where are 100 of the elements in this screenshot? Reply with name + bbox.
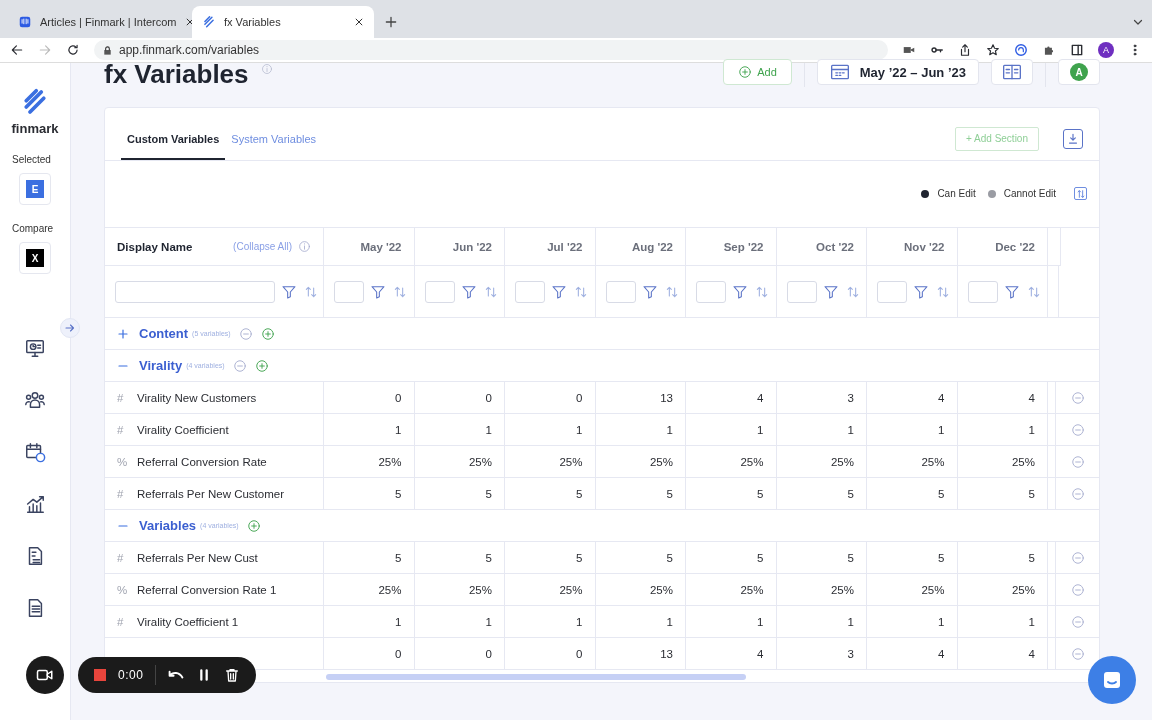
value-cell: 1 [847, 615, 854, 628]
value-cell: 1 [757, 615, 764, 628]
group-name: Variables [139, 518, 197, 534]
filter-icon [913, 283, 929, 300]
column-header: Sep '22 [723, 240, 764, 253]
selected-label: Selected [11, 154, 51, 165]
column-header: May '22 [360, 240, 402, 253]
reload-icon [66, 43, 80, 57]
value-cell: 5 [847, 487, 854, 500]
monitor-icon [24, 337, 46, 359]
close-icon [354, 17, 364, 27]
value-cell: 0 [485, 391, 492, 404]
expand-sidebar-button[interactable] [60, 318, 80, 338]
adjust-button[interactable] [1074, 187, 1087, 201]
date-range-button[interactable]: May ’22 – Jun ’23 [816, 59, 979, 85]
browser-tab[interactable]: fx Variables [192, 6, 374, 38]
variables-tab[interactable]: Custom Variables [121, 119, 226, 160]
value-cell: 0 [395, 391, 402, 404]
value-cell: 25% [649, 455, 673, 468]
value-cell: 0 [485, 647, 492, 660]
filter-field[interactable] [115, 280, 275, 303]
filter-field[interactable] [877, 280, 907, 303]
column-header: Dec '22 [995, 240, 1035, 253]
filter-field[interactable] [605, 280, 636, 303]
intercom-icon [18, 15, 32, 29]
value-cell: 5 [395, 551, 402, 564]
remove-icon [1070, 486, 1085, 501]
delete-button[interactable] [224, 667, 241, 683]
adjust-icon [1075, 188, 1086, 199]
page-title: fx Variables [104, 59, 249, 90]
value-cell: 0 [576, 647, 583, 660]
filter-field[interactable] [334, 280, 364, 303]
value-cell: 1 [485, 423, 492, 436]
value-cell: 1 [666, 615, 673, 628]
legend-label: Cannot Edit [1003, 188, 1056, 200]
type-symbol: # [117, 615, 125, 628]
value-cell: 25% [1011, 583, 1035, 596]
selected-scenario[interactable]: E [19, 173, 51, 205]
filter-field[interactable] [967, 280, 998, 303]
value-cell: 25% [740, 455, 764, 468]
group-name: Virality [139, 358, 183, 374]
filter-field[interactable] [515, 280, 545, 303]
address-bar[interactable]: app.finmark.com/variables [94, 40, 888, 60]
value-cell: 13 [660, 647, 673, 660]
remove-icon [1070, 646, 1085, 661]
column-header: Aug '22 [631, 240, 673, 253]
type-symbol: # [117, 423, 125, 436]
value-cell: 4 [757, 647, 764, 660]
value-cell: 25% [1011, 455, 1035, 468]
lock-icon [102, 44, 113, 56]
columns-button[interactable] [991, 59, 1033, 85]
variable-name: Referral Conversion Rate 1 [137, 583, 277, 596]
share-icon [958, 43, 972, 57]
chart-icon [24, 493, 46, 515]
type-symbol: # [117, 551, 125, 564]
variable-name: Virality Coefficient [137, 423, 229, 436]
value-cell: 5 [1028, 487, 1035, 500]
variable-name: Referral Conversion Rate [137, 455, 267, 468]
value-cell: 1 [666, 423, 673, 436]
filter-field[interactable] [696, 280, 726, 303]
value-cell: 4 [938, 647, 945, 660]
value-cell: 5 [757, 487, 764, 500]
value-cell: 4 [938, 391, 945, 404]
scrollbar[interactable] [326, 674, 746, 681]
profile-avatar[interactable]: A [1098, 42, 1114, 58]
compare-scenario[interactable]: X [19, 242, 51, 274]
filter-icon [822, 283, 839, 300]
undo-button[interactable] [168, 669, 185, 681]
column-header: Display Name [117, 240, 193, 253]
value-cell: 1 [938, 423, 945, 436]
value-cell: 5 [938, 551, 945, 564]
value-cell: 5 [485, 487, 492, 500]
value-cell: 5 [757, 551, 764, 564]
browser-tab[interactable]: Articles | Finmark | Intercom [8, 6, 190, 38]
value-cell: 1 [938, 615, 945, 628]
value-cell: 25% [830, 583, 854, 596]
value-cell: 5 [1028, 551, 1035, 564]
arrow-right-icon [64, 322, 76, 334]
remove-icon [1070, 614, 1085, 629]
add-circle-icon [738, 65, 753, 79]
value-cell: 5 [666, 551, 673, 564]
value-cell: 5 [666, 487, 673, 500]
new-tab-icon [384, 15, 398, 29]
remove-icon [1070, 582, 1085, 597]
remove-icon [1070, 422, 1085, 437]
toggle-button[interactable] [117, 327, 129, 340]
value-cell: 5 [485, 551, 492, 564]
remove-group-icon [238, 326, 253, 341]
info-icon [260, 63, 273, 75]
filter-field[interactable] [424, 280, 455, 303]
filter-icon [1003, 283, 1020, 300]
value-cell: 0 [576, 391, 583, 404]
info-icon [298, 240, 311, 254]
sidebar-icon [1070, 43, 1084, 57]
filter-field[interactable] [786, 280, 817, 303]
value-cell: 25% [559, 583, 583, 596]
download-button[interactable] [1063, 128, 1083, 149]
scenario-badge: E [26, 180, 44, 198]
value-cell: 1 [847, 423, 854, 436]
value-cell: 5 [395, 487, 402, 500]
